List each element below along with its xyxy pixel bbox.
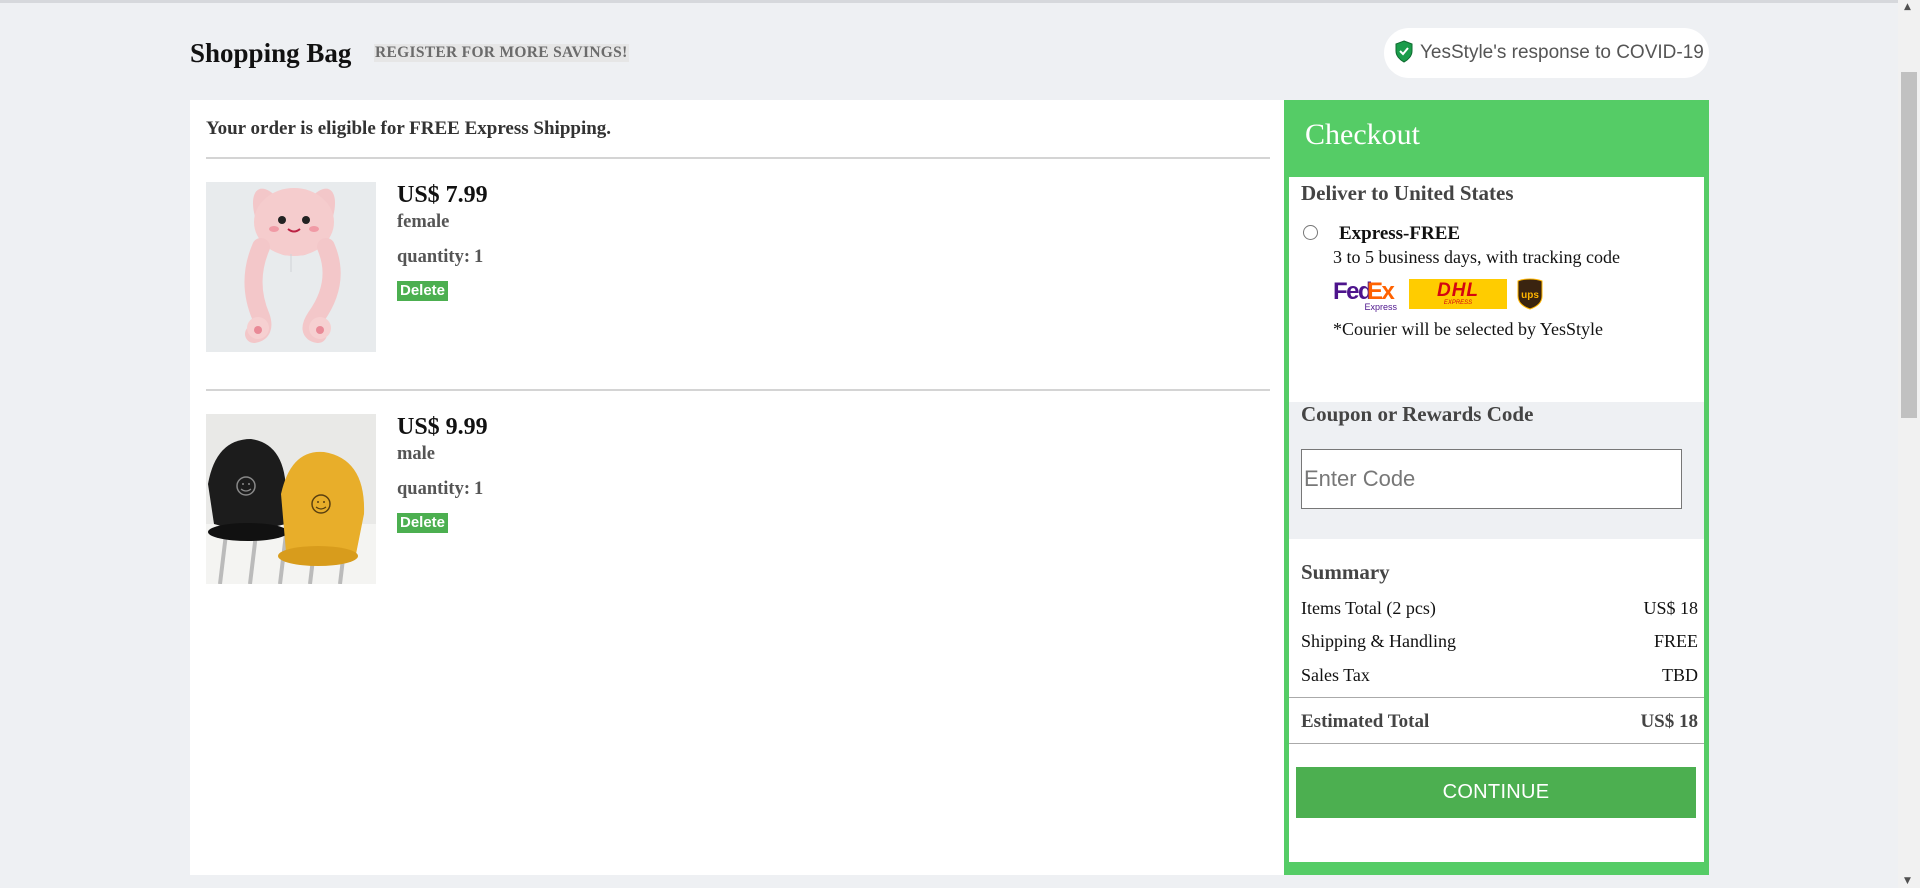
express-option-details: 3 to 5 business days, with tracking code: [1333, 247, 1620, 267]
register-link[interactable]: REGISTER FOR MORE SAVINGS!: [374, 44, 629, 62]
estimated-total-label: Estimated Total: [1301, 711, 1430, 732]
product-image-bunny-hat[interactable]: [206, 182, 376, 352]
item-variant: female: [397, 212, 450, 232]
summary-row-items-total: Items Total (2 pcs) US$ 18: [1301, 598, 1698, 619]
summary-row-sales-tax: Sales Tax TBD: [1301, 665, 1698, 686]
quantity-value: 1: [474, 479, 484, 499]
continue-button[interactable]: CONTINUE: [1296, 767, 1696, 818]
dhl-logo: DHL EXPRESS: [1409, 279, 1507, 309]
delete-button[interactable]: Delete: [397, 281, 449, 301]
checkout-title: Checkout: [1305, 118, 1420, 151]
bag-item: US$ 7.99 female quantity: 1 Delete: [206, 182, 1206, 352]
summary-value: FREE: [1653, 631, 1698, 651]
summary-label: Items Total (2 pcs): [1301, 598, 1436, 618]
summary-title: Summary: [1301, 560, 1390, 584]
summary-divider: [1289, 743, 1704, 744]
express-shipping-radio[interactable]: [1303, 225, 1318, 240]
courier-logos: Fed Ex Express DHL EXPRESS ups: [1333, 277, 1543, 312]
covid-link-label: YesStyle's response to COVID-19: [1420, 42, 1704, 63]
ups-logo: ups: [1517, 278, 1543, 310]
checkout-body: Deliver to United States Express-FREE 3 …: [1289, 177, 1704, 862]
summary-row-shipping: Shipping & Handling FREE: [1301, 631, 1698, 652]
checkout-panel: Checkout Deliver to United States Expres…: [1284, 100, 1709, 875]
product-image-smiley-caps[interactable]: [206, 414, 376, 584]
coupon-section: Coupon or Rewards Code: [1289, 402, 1704, 539]
dhl-logo-text: DHL: [1436, 279, 1480, 301]
page-scrollbar[interactable]: ▲ ▼: [1898, 0, 1920, 888]
deliver-title: Deliver to United States: [1301, 181, 1514, 205]
scroll-up-arrow-icon[interactable]: ▲: [1904, 2, 1911, 12]
quantity-label: quantity:: [397, 479, 470, 499]
summary-divider: [1289, 697, 1704, 698]
item-variant: male: [397, 444, 436, 464]
summary-label: Sales Tax: [1301, 665, 1370, 685]
quantity-value: 1: [474, 247, 484, 267]
quantity-label: quantity:: [397, 247, 470, 267]
top-border: [0, 0, 1898, 3]
dhl-logo-sub: EXPRESS: [1443, 299, 1473, 306]
coupon-code-input[interactable]: [1301, 449, 1682, 509]
ups-logo-text: ups: [1521, 290, 1539, 301]
page-title: Shopping Bag: [190, 38, 352, 68]
bag-items-panel: Your order is eligible for FREE Express …: [190, 100, 1284, 875]
summary-value: TBD: [1662, 665, 1698, 685]
shield-icon: [1395, 40, 1413, 63]
courier-note: *Courier will be selected by YesStyle: [1333, 319, 1603, 339]
summary-label: Shipping & Handling: [1301, 631, 1457, 651]
estimated-total-value: US$ 18: [1640, 711, 1698, 732]
item-quantity: quantity: 1: [397, 479, 483, 500]
free-shipping-note: Your order is eligible for FREE Express …: [206, 118, 612, 139]
divider: [206, 389, 1270, 391]
scroll-down-arrow-icon[interactable]: ▼: [1904, 876, 1911, 886]
fedex-logo: Fed Ex Express: [1333, 278, 1399, 312]
estimated-total-row: Estimated Total US$ 18: [1301, 711, 1698, 733]
bag-item: US$ 9.99 male quantity: 1 Delete: [206, 414, 1206, 584]
divider: [206, 157, 1270, 159]
delete-button[interactable]: Delete: [397, 513, 449, 533]
scrollbar-thumb[interactable]: [1901, 72, 1917, 418]
express-option-label[interactable]: Express-FREE: [1339, 223, 1460, 245]
fedex-logo-sub: Express: [1364, 302, 1397, 312]
item-quantity: quantity: 1: [397, 247, 483, 268]
coupon-title: Coupon or Rewards Code: [1301, 402, 1534, 426]
item-price: US$ 7.99: [397, 182, 488, 208]
covid-response-link[interactable]: YesStyle's response to COVID-19: [1384, 28, 1709, 78]
item-price: US$ 9.99: [397, 414, 488, 440]
summary-value: US$ 18: [1643, 598, 1698, 618]
